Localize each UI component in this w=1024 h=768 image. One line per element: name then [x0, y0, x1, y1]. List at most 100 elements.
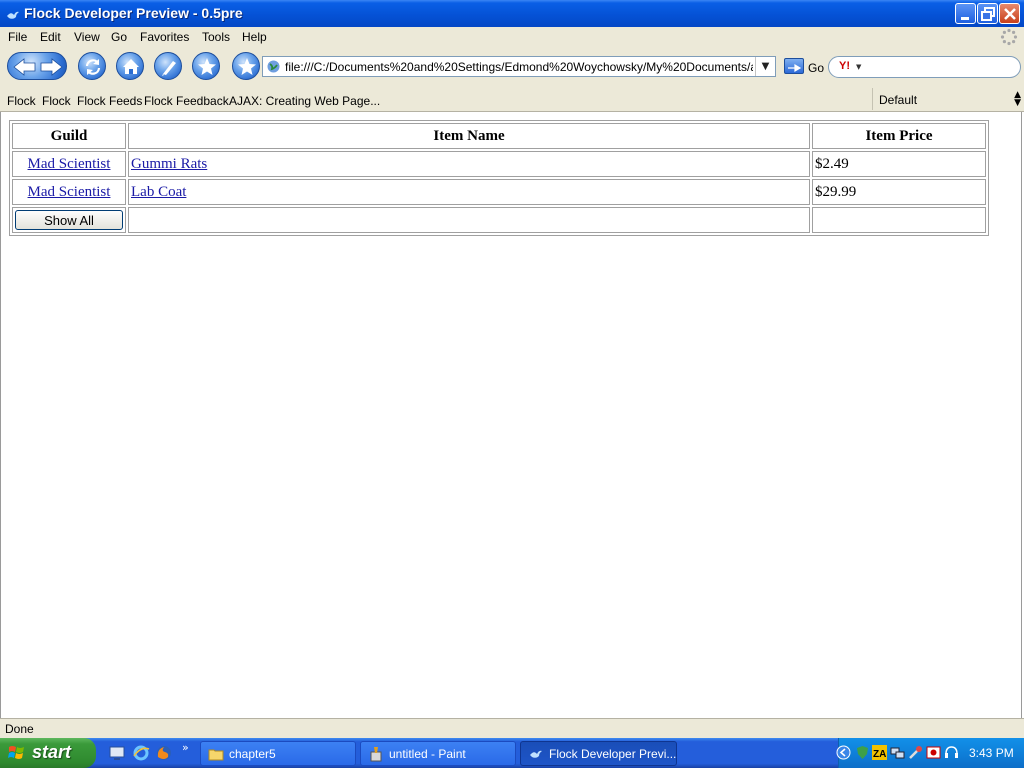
table-row: Mad Scientist Gummi Rats $2.49 — [12, 151, 986, 177]
item-price-cell: $2.49 — [812, 151, 986, 177]
flock-bird-icon — [7, 11, 19, 19]
table-row: Mad Scientist Lab Coat $29.99 — [12, 179, 986, 205]
table-header-row: Guild Item Name Item Price — [12, 123, 986, 149]
zonealarm-icon[interactable]: ZA — [872, 745, 887, 760]
close-button[interactable] — [999, 3, 1020, 24]
firefox-icon[interactable] — [155, 744, 173, 762]
window-title: Flock Developer Preview - 0.5pre — [24, 5, 243, 21]
restore-button[interactable] — [977, 3, 998, 24]
guild-cell: Mad Scientist — [12, 179, 126, 205]
column-header-guild: Guild — [12, 123, 126, 149]
collection-selector[interactable]: Default ▲ ▼ — [872, 88, 1024, 110]
guild-cell: Mad Scientist — [12, 151, 126, 177]
page-content: Guild Item Name Item Price Mad Scientist… — [0, 112, 1022, 718]
reload-button[interactable] — [78, 52, 106, 80]
menu-bar: File Edit View Go Favorites Tools Help — [0, 27, 1024, 47]
tools-icon[interactable] — [908, 745, 923, 760]
table-row: Show All — [12, 207, 986, 233]
menu-favorites[interactable]: Favorites — [140, 30, 189, 44]
network-icon[interactable] — [890, 745, 905, 760]
collection-selector-value: Default — [879, 93, 918, 107]
tray-expand-icon[interactable] — [836, 745, 851, 760]
star-page-button[interactable] — [232, 52, 260, 80]
bookmark-flock-feedback[interactable]: Flock Feedback — [144, 94, 229, 108]
minimize-button[interactable] — [955, 3, 976, 24]
show-all-cell: Show All — [12, 207, 126, 233]
taskbar: start » chapter5 untitled - Paint Flock … — [0, 738, 1024, 768]
task-flock[interactable]: Flock Developer Previ... — [520, 741, 677, 766]
folder-icon — [208, 749, 224, 761]
bookmarks-toolbar: Flock Flock Flock Feeds Flock Feedback A… — [0, 87, 1024, 112]
internet-explorer-icon[interactable] — [132, 744, 150, 762]
url-history-dropdown[interactable]: ▼ — [755, 57, 775, 76]
column-header-item-price: Item Price — [812, 123, 986, 149]
security-shield-icon[interactable] — [855, 745, 870, 760]
reload-icon — [85, 59, 101, 75]
quicklaunch-more-icon[interactable]: » — [182, 741, 189, 754]
show-all-button[interactable]: Show All — [15, 210, 123, 230]
throbber-icon — [1000, 28, 1018, 46]
search-engine-logo[interactable]: Y! — [839, 60, 850, 72]
go-button[interactable] — [784, 58, 804, 74]
empty-cell — [128, 207, 810, 233]
home-icon — [123, 59, 139, 74]
system-tray: ZA 3:43 PM — [836, 738, 1024, 768]
go-arrow-icon — [788, 63, 802, 73]
bookmark-flock[interactable]: Flock — [7, 94, 36, 108]
items-table: Guild Item Name Item Price Mad Scientist… — [9, 120, 989, 236]
bookmark-ajax[interactable]: AJAX: Creating Web Page... — [229, 94, 380, 108]
empty-cell — [812, 207, 986, 233]
menu-edit[interactable]: Edit — [40, 30, 61, 44]
status-text: Done — [5, 722, 34, 736]
task-label: Flock Developer Previ... — [549, 747, 677, 761]
item-link[interactable]: Lab Coat — [131, 184, 186, 200]
home-button[interactable] — [116, 52, 144, 80]
task-paint[interactable]: untitled - Paint — [360, 741, 516, 766]
item-link[interactable]: Gummi Rats — [131, 156, 207, 172]
column-header-item-name: Item Name — [128, 123, 810, 149]
item-price-cell: $29.99 — [812, 179, 986, 205]
close-icon — [1004, 8, 1016, 20]
guild-link[interactable]: Mad Scientist — [28, 184, 111, 200]
item-name-cell: Lab Coat — [128, 179, 810, 205]
favorites-button[interactable] — [192, 52, 220, 80]
blog-editor-button[interactable] — [154, 52, 182, 80]
headset-icon[interactable] — [944, 745, 959, 760]
menu-help[interactable]: Help — [242, 30, 267, 44]
item-name-cell: Gummi Rats — [128, 151, 810, 177]
menu-go[interactable]: Go — [111, 30, 127, 44]
menu-tools[interactable]: Tools — [202, 30, 230, 44]
star-icon — [238, 58, 256, 75]
bookmark-flock-2[interactable]: Flock — [42, 94, 71, 108]
windows-flag-icon — [8, 746, 24, 759]
antivirus-icon[interactable] — [926, 745, 941, 760]
bookmark-flock-feeds[interactable]: Flock Feeds — [77, 94, 142, 108]
flock-bird-icon — [530, 750, 542, 758]
svg-text:ZA: ZA — [873, 749, 886, 760]
window-title-bar[interactable]: Flock Developer Preview - 0.5pre — [0, 0, 1024, 30]
search-engine-dropdown-icon[interactable]: ▼ — [856, 63, 861, 71]
menu-view[interactable]: View — [74, 30, 100, 44]
back-forward-buttons[interactable] — [7, 52, 67, 80]
menu-file[interactable]: File — [8, 30, 27, 44]
status-bar: Done — [0, 718, 1024, 738]
guild-link[interactable]: Mad Scientist — [28, 156, 111, 172]
start-label: start — [32, 742, 72, 762]
star-icon — [198, 58, 216, 75]
minimize-icon — [961, 17, 969, 20]
go-label[interactable]: Go — [808, 61, 824, 75]
back-forward-arrows-icon — [13, 58, 63, 76]
start-button[interactable]: start — [0, 738, 96, 768]
restore-icon — [981, 7, 995, 21]
search-box[interactable]: Y! ▼ — [828, 56, 1021, 78]
address-bar[interactable]: ▼ — [262, 56, 776, 77]
task-chapter5[interactable]: chapter5 — [200, 741, 356, 766]
quill-pen-icon — [162, 61, 176, 76]
paint-icon — [370, 747, 382, 762]
desktop-quicklaunch-icon[interactable] — [108, 744, 126, 762]
spinner-arrows-icon[interactable]: ▲ ▼ — [1014, 91, 1021, 108]
page-globe-icon — [267, 60, 280, 73]
url-input[interactable] — [285, 58, 753, 75]
task-label: chapter5 — [229, 747, 276, 761]
navigation-toolbar: ▼ Go Y! ▼ — [0, 47, 1024, 87]
